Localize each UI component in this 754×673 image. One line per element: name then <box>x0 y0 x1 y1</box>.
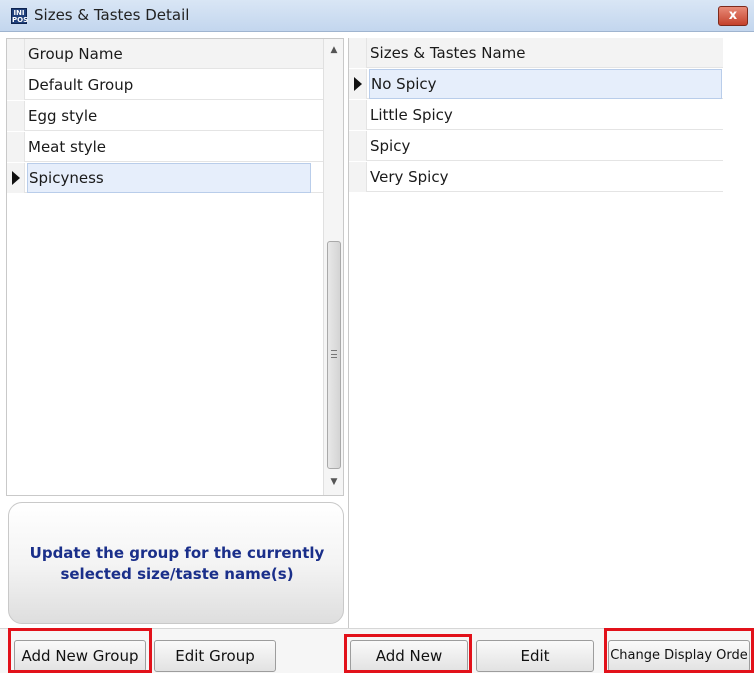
group-grid[interactable]: Group Name Default Group Egg style Meat … <box>6 38 344 496</box>
sizes-tastes-name-cell[interactable]: Very Spicy <box>369 162 722 192</box>
group-name-cell[interactable]: Default Group <box>27 70 317 100</box>
group-row[interactable]: Meat style <box>7 132 323 162</box>
group-grid-header: Group Name <box>7 39 323 69</box>
row-indicator <box>7 101 25 131</box>
sizes-tastes-name-cell[interactable]: Spicy <box>369 131 722 161</box>
highlight-box <box>8 628 152 673</box>
app-icon: INI POS <box>11 8 29 24</box>
row-indicator <box>349 162 367 192</box>
sizes-tastes-name-column-header[interactable]: Sizes & Tastes Name <box>369 38 722 68</box>
sizes-tastes-row-selected[interactable]: No Spicy <box>349 69 723 99</box>
row-indicator <box>349 131 367 161</box>
update-group-text-line2: selected size/taste name(s) <box>60 565 294 583</box>
row-indicator <box>7 132 25 162</box>
edit-group-button[interactable]: Edit Group <box>154 640 276 672</box>
sizes-tastes-row[interactable]: Very Spicy <box>349 162 723 192</box>
update-group-text: Update the group for the currently selec… <box>9 543 345 585</box>
edit-button[interactable]: Edit <box>476 640 594 672</box>
sizes-tastes-row[interactable]: Little Spicy <box>349 100 723 130</box>
group-name-cell[interactable]: Spicyness <box>27 163 311 193</box>
window-title: Sizes & Tastes Detail <box>34 6 190 24</box>
title-bar: INI POS Sizes & Tastes Detail x <box>0 0 754 32</box>
sizes-tastes-name-cell[interactable]: No Spicy <box>369 69 722 99</box>
row-indicator <box>7 39 25 69</box>
grip-icon <box>331 350 337 358</box>
scroll-thumb[interactable] <box>327 241 341 469</box>
sizes-tastes-row[interactable]: Spicy <box>349 131 723 161</box>
current-row-arrow-icon <box>7 163 25 193</box>
group-row-selected[interactable]: Spicyness <box>7 163 323 193</box>
update-group-panel[interactable]: Update the group for the currently selec… <box>8 502 344 624</box>
row-indicator <box>349 38 367 68</box>
update-group-text-line1: Update the group for the currently <box>29 544 325 562</box>
current-row-arrow-icon <box>349 69 367 99</box>
group-grid-scrollbar[interactable]: ▲ ▼ <box>323 39 343 495</box>
sizes-tastes-name-cell[interactable]: Little Spicy <box>369 100 722 130</box>
row-indicator <box>7 70 25 100</box>
highlight-box <box>344 634 472 673</box>
group-row[interactable]: Default Group <box>7 70 323 100</box>
sizes-tastes-grid-header: Sizes & Tastes Name <box>349 38 723 68</box>
close-button[interactable]: x <box>718 6 748 26</box>
scroll-up-arrow-icon[interactable]: ▲ <box>324 41 344 59</box>
group-name-cell[interactable]: Meat style <box>27 132 317 162</box>
row-indicator <box>349 100 367 130</box>
group-row[interactable]: Egg style <box>7 101 323 131</box>
group-name-column-header[interactable]: Group Name <box>27 39 317 69</box>
highlight-box <box>604 628 754 673</box>
group-name-cell[interactable]: Egg style <box>27 101 317 131</box>
scroll-down-arrow-icon[interactable]: ▼ <box>324 473 344 491</box>
sizes-tastes-grid[interactable]: Sizes & Tastes Name No Spicy Little Spic… <box>348 38 754 628</box>
